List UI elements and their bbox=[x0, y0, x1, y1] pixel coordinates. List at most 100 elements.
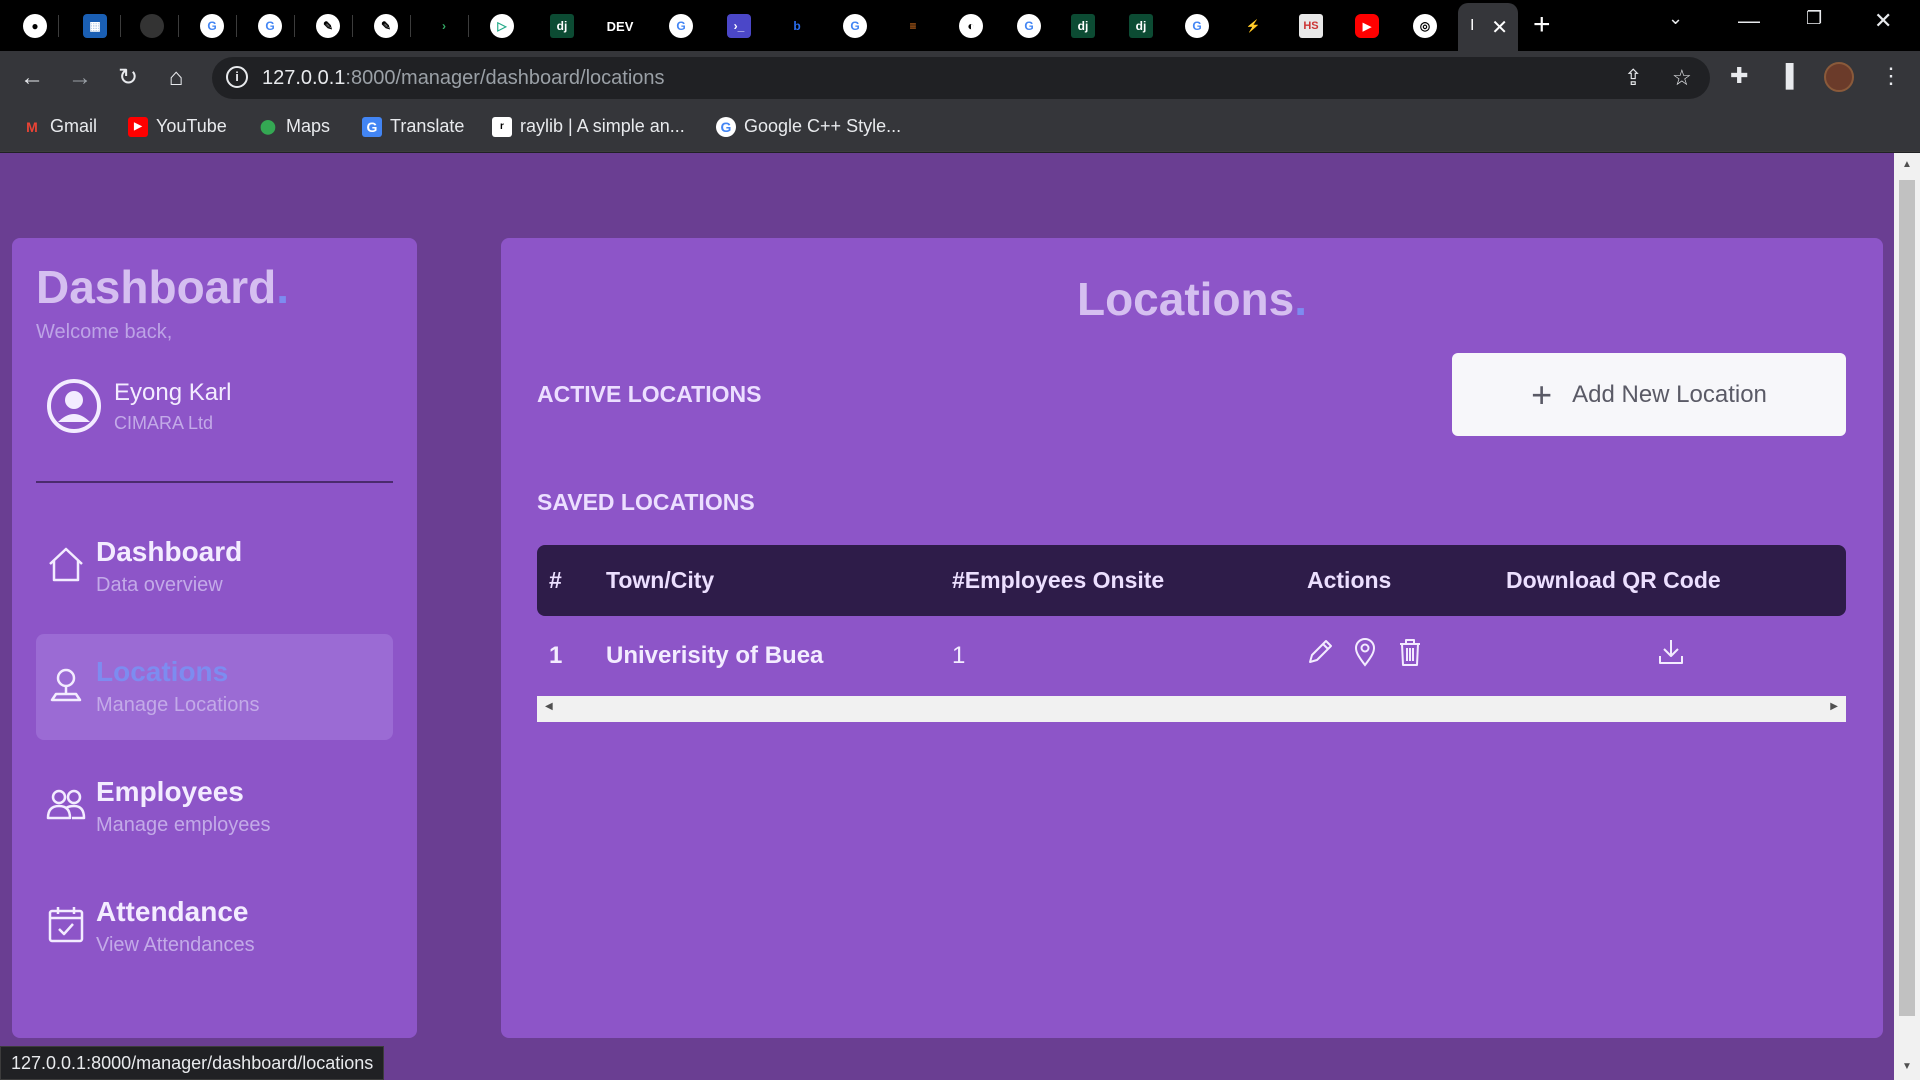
tab-23[interactable]: HS bbox=[1294, 9, 1328, 43]
column-header: Town/City bbox=[606, 567, 715, 593]
extensions-icon[interactable]: ✚ bbox=[1730, 63, 1748, 89]
active-locations-label: ACTIVE LOCATIONS bbox=[537, 381, 762, 407]
back-button[interactable]: ← bbox=[16, 62, 48, 94]
tab-19[interactable]: dj bbox=[1066, 9, 1100, 43]
active-tab[interactable]: I ✕ bbox=[1458, 3, 1518, 51]
tab-24[interactable]: ▶ bbox=[1350, 9, 1384, 43]
tab-25[interactable]: ◎ bbox=[1408, 9, 1442, 43]
tab-17[interactable]: ◐ bbox=[954, 9, 988, 43]
minimize-button[interactable]: — bbox=[1738, 8, 1760, 34]
bookmark-raylib[interactable]: r raylib | A simple an... bbox=[492, 116, 685, 137]
tab-11[interactable]: DEV bbox=[603, 9, 637, 43]
people-icon bbox=[46, 789, 86, 820]
tab-20[interactable]: dj bbox=[1124, 9, 1158, 43]
scroll-left-icon[interactable]: ◀ bbox=[545, 701, 553, 712]
tab-15[interactable]: G bbox=[838, 9, 872, 43]
reload-button[interactable]: ↻ bbox=[112, 62, 144, 94]
menu-icon[interactable]: ⋮ bbox=[1880, 63, 1902, 89]
bookmark-google-cpp[interactable]: G Google C++ Style... bbox=[716, 116, 901, 137]
terminal-icon: ›_ bbox=[727, 14, 751, 38]
dev-icon: DEV bbox=[607, 14, 633, 38]
tab-4[interactable]: G bbox=[195, 9, 229, 43]
github-tab[interactable]: ● bbox=[18, 9, 52, 43]
google-icon: G bbox=[258, 14, 282, 38]
tab-8[interactable]: › bbox=[427, 9, 461, 43]
user-org: CIMARA Ltd bbox=[114, 412, 214, 433]
sidebar: Dashboard. Welcome back, Eyong Karl CIMA… bbox=[12, 238, 417, 1038]
person-pin-icon bbox=[50, 668, 82, 702]
page-content: Dashboard. Welcome back, Eyong Karl CIMA… bbox=[0, 153, 1894, 1080]
tab-14[interactable]: b bbox=[780, 9, 814, 43]
user-profile: Eyong Karl CIMARA Ltd bbox=[46, 378, 231, 434]
tab-12[interactable]: G bbox=[664, 9, 698, 43]
scroll-right-icon[interactable]: ▶ bbox=[1830, 701, 1838, 712]
bookmark-maps[interactable]: ⬤ Maps bbox=[258, 116, 330, 137]
tab-21[interactable]: G bbox=[1180, 9, 1214, 43]
site-info-icon[interactable]: i bbox=[226, 66, 248, 88]
close-window-button[interactable]: ✕ bbox=[1874, 8, 1892, 34]
table-horizontal-scrollbar[interactable]: ◀ ▶ bbox=[537, 696, 1846, 722]
url-text[interactable]: 127.0.0.1:8000/manager/dashboard/locatio… bbox=[262, 67, 665, 90]
welcome-text: Welcome back, bbox=[36, 321, 173, 343]
add-new-location-button[interactable]: + Add New Location bbox=[1452, 353, 1846, 436]
location-pin-icon[interactable] bbox=[1349, 636, 1381, 668]
user-name: Eyong Karl bbox=[114, 378, 232, 406]
tab-9[interactable]: ▷ bbox=[485, 9, 519, 43]
new-tab-button[interactable]: + bbox=[1533, 8, 1551, 42]
tab-16[interactable]: ≡ bbox=[896, 9, 930, 43]
share-icon[interactable]: ⇪ bbox=[1624, 65, 1642, 91]
tab-13[interactable]: ›_ bbox=[722, 9, 756, 43]
tab-2[interactable]: ▦ bbox=[78, 9, 112, 43]
django-icon: dj bbox=[1129, 14, 1153, 38]
stackoverflow-icon: ≡ bbox=[901, 14, 925, 38]
browser-toolbar: ← → ↻ ⌂ i 127.0.0.1:8000/manager/dashboa… bbox=[0, 51, 1920, 104]
tab-3[interactable] bbox=[135, 9, 169, 43]
youtube-icon: ▶ bbox=[128, 116, 148, 137]
page-scrollbar[interactable]: ▲ ▼ bbox=[1894, 153, 1920, 1080]
bookmark-youtube[interactable]: ▶ YouTube bbox=[128, 116, 227, 137]
google-icon: G bbox=[1185, 14, 1209, 38]
google-icon: G bbox=[843, 14, 867, 38]
edit-pencil-icon[interactable] bbox=[1304, 636, 1336, 668]
lightning-icon: ⚡ bbox=[1241, 14, 1265, 38]
row-index: 1 bbox=[549, 642, 563, 669]
scroll-down-icon[interactable]: ▼ bbox=[1902, 1061, 1912, 1072]
maps-pin-icon: ⬤ bbox=[260, 118, 276, 134]
side-panel-icon[interactable]: ▐ bbox=[1778, 63, 1794, 89]
address-bar[interactable]: i 127.0.0.1:8000/manager/dashboard/locat… bbox=[212, 57, 1710, 99]
site-icon: b bbox=[785, 14, 809, 38]
sidebar-item-locations[interactable]: Locations Manage Locations bbox=[36, 634, 393, 740]
tab-7[interactable]: ✎ bbox=[369, 9, 403, 43]
scroll-up-icon[interactable]: ▲ bbox=[1902, 159, 1912, 170]
sidebar-item-employees[interactable]: Employees Manage employees bbox=[36, 754, 393, 860]
site-icon: › bbox=[432, 14, 456, 38]
calendar-check-icon bbox=[48, 907, 84, 943]
trash-icon[interactable] bbox=[1394, 636, 1426, 668]
bookmark-translate[interactable]: G Translate bbox=[362, 116, 464, 137]
tab-22[interactable]: ⚡ bbox=[1236, 9, 1270, 43]
sidebar-item-dashboard[interactable]: Dashboard Data overview bbox=[36, 514, 393, 620]
home-button[interactable]: ⌂ bbox=[160, 62, 192, 94]
column-header: # bbox=[549, 567, 562, 593]
bookmark-star-icon[interactable]: ☆ bbox=[1672, 65, 1692, 91]
tab-5[interactable]: G bbox=[253, 9, 287, 43]
restore-button[interactable]: ❐ bbox=[1806, 8, 1822, 29]
forward-button[interactable]: → bbox=[64, 62, 96, 94]
download-icon[interactable] bbox=[1655, 636, 1687, 668]
sidebar-item-attendance[interactable]: Attendance View Attendances bbox=[36, 874, 393, 980]
google-icon: G bbox=[200, 14, 224, 38]
django-icon: dj bbox=[550, 14, 574, 38]
site-icon: HS bbox=[1299, 14, 1323, 38]
bookmarks-bar: M Gmail ▶ YouTube ⬤ Maps G Translate r r… bbox=[0, 104, 1920, 152]
tab-10[interactable]: dj bbox=[545, 9, 579, 43]
close-tab-icon[interactable]: ✕ bbox=[1491, 15, 1508, 40]
tab-6[interactable]: ✎ bbox=[311, 9, 345, 43]
tab-18[interactable]: G bbox=[1012, 9, 1046, 43]
scrollbar-thumb[interactable] bbox=[1899, 180, 1915, 1016]
user-avatar-icon bbox=[47, 379, 101, 433]
globe-icon: ◐ bbox=[959, 14, 983, 38]
tab-search-icon[interactable]: ⌄ bbox=[1668, 8, 1683, 29]
github-icon: ● bbox=[23, 14, 47, 38]
profile-avatar[interactable] bbox=[1824, 62, 1854, 92]
bookmark-gmail[interactable]: M Gmail bbox=[22, 116, 97, 137]
